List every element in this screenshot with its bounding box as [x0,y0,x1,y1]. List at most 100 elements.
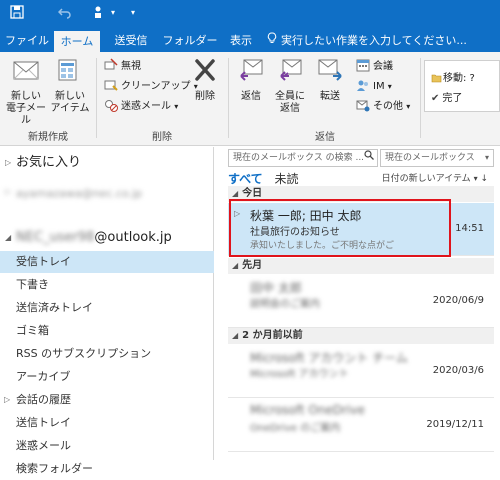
tab-folder[interactable]: フォルダー [162,31,218,52]
mail-date: 14:51 [455,223,484,234]
collapse-triangle-icon: ◢ [232,261,239,270]
ribbon-separator [420,58,421,138]
tell-me-box[interactable]: 実行したい作業を入力してください... [266,32,500,48]
mail-from: Microsoft OneDrive [250,403,365,417]
mail-item[interactable]: Microsoft アカウント チーム Microsoft アカウント 2020/0… [228,345,494,397]
tab-home[interactable]: ホーム [54,31,100,52]
mail-item[interactable]: 田中 太郎説明会のご案内 2020/06/9 [228,275,494,327]
folder-item-label: 迷惑メール [16,439,71,452]
mail-subject: Microsoft アカウント [250,369,349,380]
quick-steps-box: 移動: ? ✔ 完了 [424,60,500,112]
customize-toolbar-icon[interactable]: ▾ [104,5,122,21]
folder-item[interactable]: ▷ 会話の履歴 [0,389,214,411]
quick-step-move[interactable]: 移動: ? [431,69,475,86]
group-delete-label: 削除 [152,132,172,143]
mail-from: Microsoft アカウント チーム [250,351,408,365]
meeting-button[interactable]: 会議 [356,58,393,76]
reply-icon [234,56,268,88]
account2-domain: @outlook.jp [94,230,172,245]
account-email-blurred[interactable]: ▷ ayamazawa@nec.co.jp [5,187,186,201]
junk-icon [104,98,118,112]
save-icon[interactable] [8,5,26,21]
title-bar: ▾ ▾ [0,0,500,27]
mail-date: 2020/03/6 [432,365,484,376]
lightbulb-icon [266,32,278,48]
folder-item-label: アーカイブ [16,370,71,383]
mail-item[interactable]: Microsoft OneDrive OneDrive のご案内 2019/12/1… [228,399,494,451]
more-respond-button[interactable]: その他 ▾ [356,98,410,116]
move-folder-icon [431,72,443,86]
reply-all-button[interactable]: 全員に 返信 [272,56,308,115]
folder-item[interactable]: 送信済みトレイ [0,297,214,319]
more-icon [356,98,370,112]
mail-date: 2020/06/9 [432,295,484,306]
folder-item[interactable]: ゴミ箱 [0,320,214,342]
account2-user: NEC_user98 [16,230,95,245]
new-items-button[interactable]: 新しい アイテム [50,56,90,115]
folder-item[interactable]: 下書き [0,274,214,296]
mail-group-header[interactable]: ◢ 2 か月前以前 [228,328,494,344]
mail-subject: 説明会のご案内 [250,299,320,310]
sort-label: 日付の新しいアイテム [381,174,471,184]
tell-me-text: 実行したい作業を入力してください... [281,34,467,47]
im-button[interactable]: IM ▾ [356,78,392,96]
quick-access-dropdown-icon[interactable]: ▾ [124,5,142,21]
delete-icon [188,56,222,88]
highlight-box [229,199,451,257]
folder-pane: ▷ お気に入り ▷ ayamazawa@nec.co.jp ◢ NEC_user… [0,147,214,475]
tab-send-receive[interactable]: 送受信 [106,31,156,52]
undo-icon[interactable] [56,5,74,21]
ignore-button[interactable]: 無視 [104,58,141,76]
im-label: IM [373,81,385,92]
account-outlook[interactable]: ◢ NEC_user98@outlook.jp [0,227,214,249]
group-respond-label: 返信 [315,132,335,143]
search-input[interactable]: 現在のメールボックス の検索 ... [228,149,378,167]
checkmark-icon: ✔ [431,93,440,104]
favorites-header[interactable]: ▷ お気に入り [0,153,214,173]
delete-label: 削除 [195,91,215,102]
chevron-down-icon: ▾ [406,102,411,111]
mail-from: 田中 太郎 [250,281,302,295]
search-icon[interactable] [364,150,374,166]
folder-item-label: 受信トレイ [16,255,71,268]
new-email-button[interactable]: 新しい 電子メール [4,56,48,127]
sort-selector[interactable]: 日付の新しいアイテム ▾ ↓ [382,171,488,184]
quick-step-done[interactable]: ✔ 完了 [431,89,462,104]
ribbon-separator [96,58,97,138]
folder-item[interactable]: アーカイブ [0,366,214,388]
search-scope-select[interactable]: 現在のメールボックス ▾ [380,149,494,167]
filter-unread[interactable]: 未読 [275,172,299,186]
ignore-icon [104,58,118,72]
chevron-down-icon: ▾ [387,82,392,91]
new-items-icon [50,56,90,88]
chevron-down-icon: ▾ [484,153,489,162]
account1-label: ayamazawa@nec.co.jp [16,187,143,200]
mail-date: 2019/12/11 [426,419,484,430]
sort-arrow-icon: ↓ [480,174,488,184]
im-icon [356,78,370,92]
delete-button[interactable]: 削除 [188,56,222,103]
quick-move-label: 移動: ? [443,73,475,84]
forward-button[interactable]: 転送 [312,56,348,103]
folder-item[interactable]: 送信トレイ [0,412,214,434]
new-email-label: 新しい 電子メール [6,91,46,126]
cleanup-button[interactable]: クリーンアップ ▾ [104,78,198,96]
filter-all[interactable]: すべて [228,172,263,186]
junk-button[interactable]: 迷惑メール ▾ [104,98,178,116]
forward-icon [312,56,348,88]
folder-item-label: 会話の履歴 [16,393,71,406]
folder-item[interactable]: 迷惑メール [0,435,214,457]
mail-group-header[interactable]: ◢ 先月 [228,258,494,274]
tab-file[interactable]: ファイル [4,31,50,52]
forward-label: 転送 [320,91,340,102]
tab-view[interactable]: 表示 [224,31,258,52]
folder-item[interactable]: 検索フォルダー [0,458,214,480]
meeting-label: 会議 [373,61,393,72]
reply-button[interactable]: 返信 [234,56,268,103]
folder-item[interactable]: RSS のサブスクリプション [0,343,214,365]
junk-label: 迷惑メール [121,101,171,112]
cleanup-icon [104,78,118,92]
folder-item[interactable]: 受信トレイ [0,251,214,273]
reply-all-label: 全員に 返信 [275,91,305,114]
folder-item-label: 送信済みトレイ [16,301,93,314]
